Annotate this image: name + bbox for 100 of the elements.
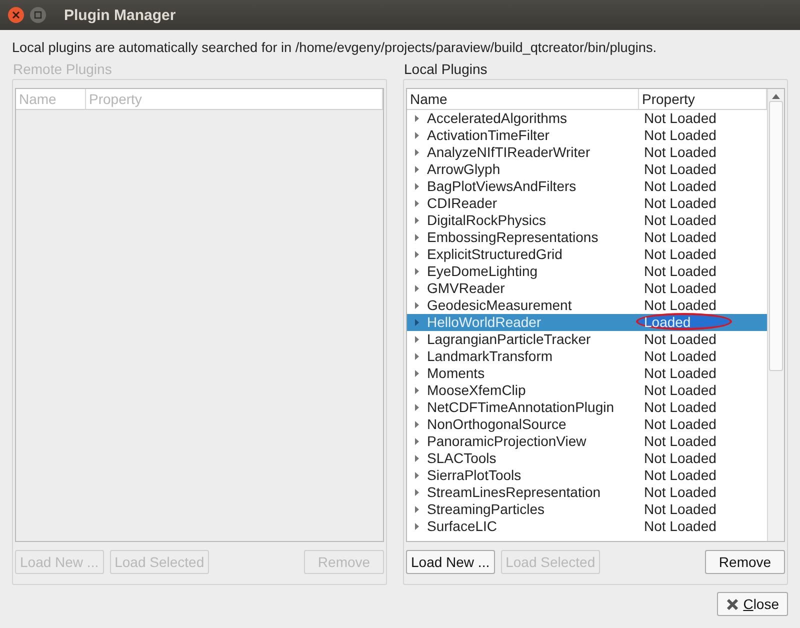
close-window-icon[interactable] bbox=[8, 7, 24, 23]
plugin-status: Not Loaded bbox=[644, 416, 716, 432]
plugin-row[interactable]: CDIReader Not Loaded bbox=[407, 195, 767, 212]
plugin-status: Not Loaded bbox=[644, 297, 716, 313]
scroll-thumb[interactable] bbox=[769, 101, 783, 371]
plugin-status: Not Loaded bbox=[644, 246, 716, 262]
expand-arrow-icon[interactable] bbox=[415, 166, 419, 173]
group-title: Remote Plugins bbox=[12, 60, 113, 79]
plugin-name: ActivationTimeFilter bbox=[427, 127, 550, 144]
plugin-row[interactable]: StreamLinesRepresentation Not Loaded bbox=[407, 484, 767, 501]
plugin-row[interactable]: GMVReader Not Loaded bbox=[407, 280, 767, 297]
plugin-row[interactable]: SierraPlotTools Not Loaded bbox=[407, 467, 767, 484]
plugin-row[interactable]: AnalyzeNIfTIReaderWriter Not Loaded bbox=[407, 144, 767, 161]
plugin-status: Not Loaded bbox=[644, 161, 716, 177]
expand-arrow-icon[interactable] bbox=[415, 268, 419, 275]
plugin-name: SierraPlotTools bbox=[427, 467, 522, 484]
plugin-status: Not Loaded bbox=[644, 501, 716, 517]
plugin-status: Not Loaded bbox=[644, 433, 716, 449]
plugin-name: PanoramicProjectionView bbox=[427, 433, 586, 450]
plugin-name: NonOrthogonalSource bbox=[427, 416, 566, 433]
plugin-row[interactable]: ExplicitStructuredGrid Not Loaded bbox=[407, 246, 767, 263]
plugin-row[interactable]: ArrowGlyph Not Loaded bbox=[407, 161, 767, 178]
expand-arrow-icon[interactable] bbox=[415, 200, 419, 207]
plugin-row[interactable]: EyeDomeLighting Not Loaded bbox=[407, 263, 767, 280]
plugin-name: HelloWorldReader bbox=[427, 314, 542, 331]
plugin-name: StreamLinesRepresentation bbox=[427, 484, 601, 501]
plugin-name: NetCDFTimeAnnotationPlugin bbox=[427, 399, 614, 416]
scroll-up-icon[interactable] bbox=[772, 94, 780, 99]
expand-arrow-icon[interactable] bbox=[415, 370, 419, 377]
plugin-row[interactable]: StreamingParticles Not Loaded bbox=[407, 501, 767, 518]
info-text: Local plugins are automatically searched for in /home/evgeny/projects/paraview/build_qtcreator/bin/plugins. bbox=[11, 39, 658, 57]
plugin-action-button[interactable]: Remove bbox=[705, 550, 785, 574]
plugin-row[interactable]: SLACTools Not Loaded bbox=[407, 450, 767, 467]
expand-arrow-icon[interactable] bbox=[415, 455, 419, 462]
plugin-action-button[interactable]: Load New ... bbox=[406, 550, 495, 574]
plugin-status: Not Loaded bbox=[644, 280, 716, 296]
expand-arrow-icon[interactable] bbox=[415, 387, 419, 394]
plugin-name: BagPlotViewsAndFilters bbox=[427, 178, 576, 195]
expand-arrow-icon[interactable] bbox=[415, 285, 419, 292]
plugin-name: SurfaceLIC bbox=[427, 518, 498, 535]
column-header[interactable]: Name bbox=[407, 89, 639, 109]
plugin-row[interactable]: ActivationTimeFilter Not Loaded bbox=[407, 127, 767, 144]
expand-arrow-icon[interactable] bbox=[415, 506, 419, 513]
plugin-name: LagrangianParticleTracker bbox=[427, 331, 591, 348]
plugin-status: Loaded bbox=[644, 314, 691, 330]
expand-arrow-icon[interactable] bbox=[415, 523, 419, 530]
expand-arrow-icon[interactable] bbox=[415, 251, 419, 258]
plugin-status: Not Loaded bbox=[644, 382, 716, 398]
expand-arrow-icon[interactable] bbox=[415, 489, 419, 496]
plugin-name: LandmarkTransform bbox=[427, 348, 553, 365]
plugin-status: Not Loaded bbox=[644, 127, 716, 143]
plugin-row[interactable]: NetCDFTimeAnnotationPlugin Not Loaded bbox=[407, 399, 767, 416]
plugin-row[interactable]: NonOrthogonalSource Not Loaded bbox=[407, 416, 767, 433]
plugin-name: GMVReader bbox=[427, 280, 505, 297]
plugin-row[interactable]: Moments Not Loaded bbox=[407, 365, 767, 382]
plugin-status: Not Loaded bbox=[644, 348, 716, 364]
expand-arrow-icon[interactable] bbox=[415, 438, 419, 445]
plugin-status: Not Loaded bbox=[644, 518, 716, 534]
plugin-status: Not Loaded bbox=[644, 229, 716, 245]
plugin-row[interactable]: PanoramicProjectionView Not Loaded bbox=[407, 433, 767, 450]
plugin-status: Not Loaded bbox=[644, 467, 716, 483]
plugin-row[interactable]: GeodesicMeasurement Not Loaded bbox=[407, 297, 767, 314]
expand-arrow-icon[interactable] bbox=[415, 336, 419, 343]
expand-arrow-icon[interactable] bbox=[415, 217, 419, 224]
close-icon bbox=[726, 598, 740, 610]
plugin-row[interactable]: LagrangianParticleTracker Not Loaded bbox=[407, 331, 767, 348]
plugin-name: Moments bbox=[427, 365, 485, 382]
plugin-name: AnalyzeNIfTIReaderWriter bbox=[427, 144, 590, 161]
expand-arrow-icon[interactable] bbox=[415, 302, 419, 309]
plugin-status: Not Loaded bbox=[644, 450, 716, 466]
plugin-status: Not Loaded bbox=[644, 212, 716, 228]
plugin-row[interactable]: AcceleratedAlgorithms Not Loaded bbox=[407, 110, 767, 127]
expand-arrow-icon[interactable] bbox=[415, 183, 419, 190]
plugin-status: Not Loaded bbox=[644, 331, 716, 347]
expand-arrow-icon[interactable] bbox=[415, 234, 419, 241]
scrollbar[interactable] bbox=[767, 89, 784, 541]
plugin-name: CDIReader bbox=[427, 195, 498, 212]
plugin-row[interactable]: DigitalRockPhysics Not Loaded bbox=[407, 212, 767, 229]
plugin-name: ExplicitStructuredGrid bbox=[427, 246, 562, 263]
expand-arrow-icon[interactable] bbox=[415, 132, 419, 139]
plugin-row[interactable]: HelloWorldReader Loaded bbox=[407, 314, 767, 331]
plugin-row[interactable]: BagPlotViewsAndFilters Not Loaded bbox=[407, 178, 767, 195]
expand-arrow-icon[interactable] bbox=[415, 149, 419, 156]
expand-arrow-icon[interactable] bbox=[415, 353, 419, 360]
plugin-name: EmbossingRepresentations bbox=[427, 229, 598, 246]
expand-arrow-icon[interactable] bbox=[415, 421, 419, 428]
plugin-row[interactable]: EmbossingRepresentations Not Loaded bbox=[407, 229, 767, 246]
expand-arrow-icon[interactable] bbox=[415, 404, 419, 411]
expand-arrow-icon[interactable] bbox=[415, 472, 419, 479]
plugin-name: DigitalRockPhysics bbox=[427, 212, 546, 229]
plugin-status: Not Loaded bbox=[644, 144, 716, 160]
expand-arrow-icon[interactable] bbox=[415, 319, 419, 326]
plugin-row[interactable]: MooseXfemClip Not Loaded bbox=[407, 382, 767, 399]
plugin-row[interactable]: LandmarkTransform Not Loaded bbox=[407, 348, 767, 365]
group-title: Local Plugins bbox=[403, 60, 488, 79]
plugin-name: ArrowGlyph bbox=[427, 161, 500, 178]
plugin-status: Not Loaded bbox=[644, 484, 716, 500]
close-button[interactable]: Close bbox=[717, 592, 788, 616]
plugin-row[interactable]: SurfaceLIC Not Loaded bbox=[407, 518, 767, 535]
expand-arrow-icon[interactable] bbox=[415, 115, 419, 122]
